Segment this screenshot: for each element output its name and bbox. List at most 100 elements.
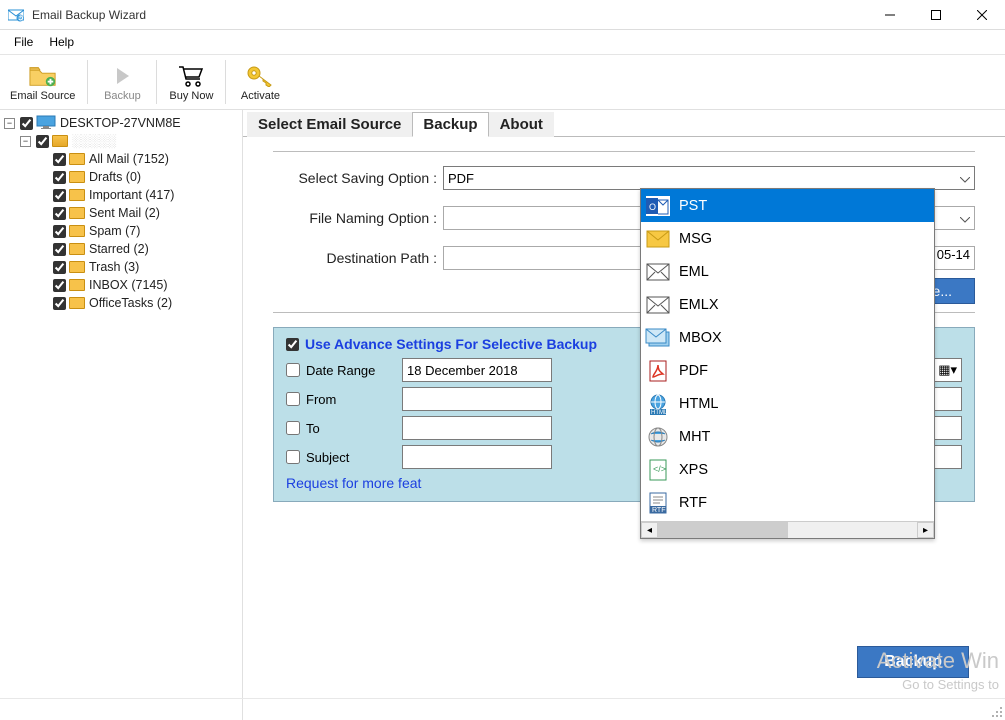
dropdown-option-label: MSG bbox=[679, 231, 712, 247]
resize-grip[interactable] bbox=[989, 704, 1003, 718]
tree-checkbox[interactable] bbox=[53, 297, 66, 310]
from-label: From bbox=[306, 392, 336, 407]
saving-option-select[interactable]: PDF bbox=[443, 166, 975, 190]
tree-checkbox[interactable] bbox=[53, 153, 66, 166]
advance-settings-checkbox[interactable] bbox=[286, 338, 299, 351]
tree-checkbox[interactable] bbox=[53, 279, 66, 292]
tree-checkbox[interactable] bbox=[36, 135, 49, 148]
date-range-label: Date Range bbox=[306, 363, 375, 378]
to-input-left[interactable] bbox=[402, 416, 552, 440]
tree-checkbox[interactable] bbox=[20, 117, 33, 130]
dropdown-option-pdf[interactable]: PDF bbox=[641, 354, 934, 387]
subject-input-left[interactable] bbox=[402, 445, 552, 469]
dropdown-option-xps[interactable]: </>XPS bbox=[641, 453, 934, 486]
tree-item[interactable]: All Mail (7152) bbox=[2, 150, 240, 168]
dropdown-option-label: EMLX bbox=[679, 297, 719, 313]
tree-toggle[interactable]: − bbox=[20, 136, 31, 147]
toolbar: Email Source Backup Buy Now Activate bbox=[0, 54, 1005, 110]
tree-root-label: DESKTOP-27VNM8E bbox=[60, 116, 181, 130]
tab-about[interactable]: About bbox=[489, 112, 554, 137]
tree-checkbox[interactable] bbox=[53, 243, 66, 256]
dropdown-option-msg[interactable]: MSG bbox=[641, 222, 934, 255]
tree-item[interactable]: Important (417) bbox=[2, 186, 240, 204]
msg-icon bbox=[645, 228, 671, 250]
advance-settings-title: Use Advance Settings For Selective Backu… bbox=[305, 336, 597, 352]
scroll-left-button[interactable]: ◂ bbox=[641, 522, 658, 538]
toolbar-email-source[interactable]: Email Source bbox=[2, 60, 83, 104]
from-input-left[interactable] bbox=[402, 387, 552, 411]
tree-item-label: Sent Mail (2) bbox=[89, 206, 160, 220]
from-checkbox[interactable] bbox=[286, 392, 300, 406]
tab-backup[interactable]: Backup bbox=[412, 112, 488, 137]
dropdown-option-emlx[interactable]: EMLX bbox=[641, 288, 934, 321]
tree-checkbox[interactable] bbox=[53, 189, 66, 202]
svg-text:RTF: RTF bbox=[652, 507, 665, 514]
close-button[interactable] bbox=[959, 0, 1005, 30]
tree-checkbox[interactable] bbox=[53, 171, 66, 184]
chevron-down-icon bbox=[960, 171, 970, 186]
tree-item-label: Trash (3) bbox=[89, 260, 139, 274]
toolbar-buy-now[interactable]: Buy Now bbox=[161, 60, 221, 104]
maximize-button[interactable] bbox=[913, 0, 959, 30]
dropdown-option-label: HTML bbox=[679, 396, 718, 412]
dropdown-option-rtf[interactable]: RTFRTF bbox=[641, 486, 934, 519]
toolbar-label: Backup bbox=[104, 90, 141, 102]
monitor-icon bbox=[36, 115, 56, 132]
saving-option-value: PDF bbox=[448, 171, 474, 186]
subject-label: Subject bbox=[306, 450, 349, 465]
tree-item[interactable]: OfficeTasks (2) bbox=[2, 294, 240, 312]
tree-item[interactable]: INBOX (7145) bbox=[2, 276, 240, 294]
folder-icon bbox=[69, 279, 85, 291]
rtf-icon: RTF bbox=[645, 492, 671, 514]
tree-item-label: Important (417) bbox=[89, 188, 174, 202]
subject-checkbox[interactable] bbox=[286, 450, 300, 464]
date-from-input[interactable]: 18 December 2018 bbox=[402, 358, 552, 382]
horizontal-scrollbar[interactable]: ◂ ▸ bbox=[641, 521, 934, 538]
menu-bar: File Help bbox=[0, 30, 1005, 54]
dropdown-option-html[interactable]: HTML HTML bbox=[641, 387, 934, 420]
scroll-thumb[interactable] bbox=[658, 522, 788, 538]
xps-icon: </> bbox=[645, 459, 671, 481]
naming-option-label: File Naming Option : bbox=[273, 210, 443, 226]
dropdown-option-label: EML bbox=[679, 264, 709, 280]
tree-item-label: Spam (7) bbox=[89, 224, 140, 238]
app-icon bbox=[6, 5, 26, 25]
tree-checkbox[interactable] bbox=[53, 225, 66, 238]
saving-option-dropdown[interactable]: OPSTMSGEMLEMLXMBOXPDFHTMLHTMLMHT</>XPSRT… bbox=[640, 188, 935, 539]
destination-path-label: Destination Path : bbox=[273, 250, 443, 266]
tree-checkbox[interactable] bbox=[53, 207, 66, 220]
dropdown-option-pst[interactable]: OPST bbox=[641, 189, 934, 222]
activate-windows-subtext: Go to Settings to bbox=[902, 677, 999, 692]
tree-item[interactable]: Sent Mail (2) bbox=[2, 204, 240, 222]
scroll-right-button[interactable]: ▸ bbox=[917, 522, 934, 538]
activate-windows-watermark: Activate Win bbox=[877, 648, 999, 674]
cart-icon bbox=[177, 62, 205, 90]
svg-text:</>: </> bbox=[653, 464, 666, 474]
tree-toggle[interactable]: − bbox=[4, 118, 15, 129]
folder-icon bbox=[69, 297, 85, 309]
mht-icon bbox=[645, 426, 671, 448]
tree-item[interactable]: Starred (2) bbox=[2, 240, 240, 258]
svg-text:HTML: HTML bbox=[651, 410, 668, 415]
tree-item[interactable]: Spam (7) bbox=[2, 222, 240, 240]
saving-option-label: Select Saving Option : bbox=[273, 170, 443, 186]
tree-item[interactable]: Trash (3) bbox=[2, 258, 240, 276]
dropdown-option-mbox[interactable]: MBOX bbox=[641, 321, 934, 354]
tab-select-email-source[interactable]: Select Email Source bbox=[247, 112, 412, 137]
menu-help[interactable]: Help bbox=[41, 33, 82, 51]
toolbar-backup[interactable]: Backup bbox=[92, 60, 152, 104]
key-icon bbox=[246, 62, 274, 90]
tree-item[interactable]: Drafts (0) bbox=[2, 168, 240, 186]
dropdown-option-eml[interactable]: EML bbox=[641, 255, 934, 288]
minimize-button[interactable] bbox=[867, 0, 913, 30]
date-range-checkbox[interactable] bbox=[286, 363, 300, 377]
folder-tree[interactable]: − DESKTOP-27VNM8E − ░░░░░ All Mail (7152… bbox=[0, 110, 243, 720]
tree-checkbox[interactable] bbox=[53, 261, 66, 274]
to-checkbox[interactable] bbox=[286, 421, 300, 435]
dropdown-option-mht[interactable]: MHT bbox=[641, 420, 934, 453]
calendar-icon[interactable]: ▦▾ bbox=[938, 362, 957, 378]
pst-icon: O bbox=[645, 195, 671, 217]
toolbar-activate[interactable]: Activate bbox=[230, 60, 290, 104]
menu-file[interactable]: File bbox=[6, 33, 41, 51]
folder-icon bbox=[69, 171, 85, 183]
